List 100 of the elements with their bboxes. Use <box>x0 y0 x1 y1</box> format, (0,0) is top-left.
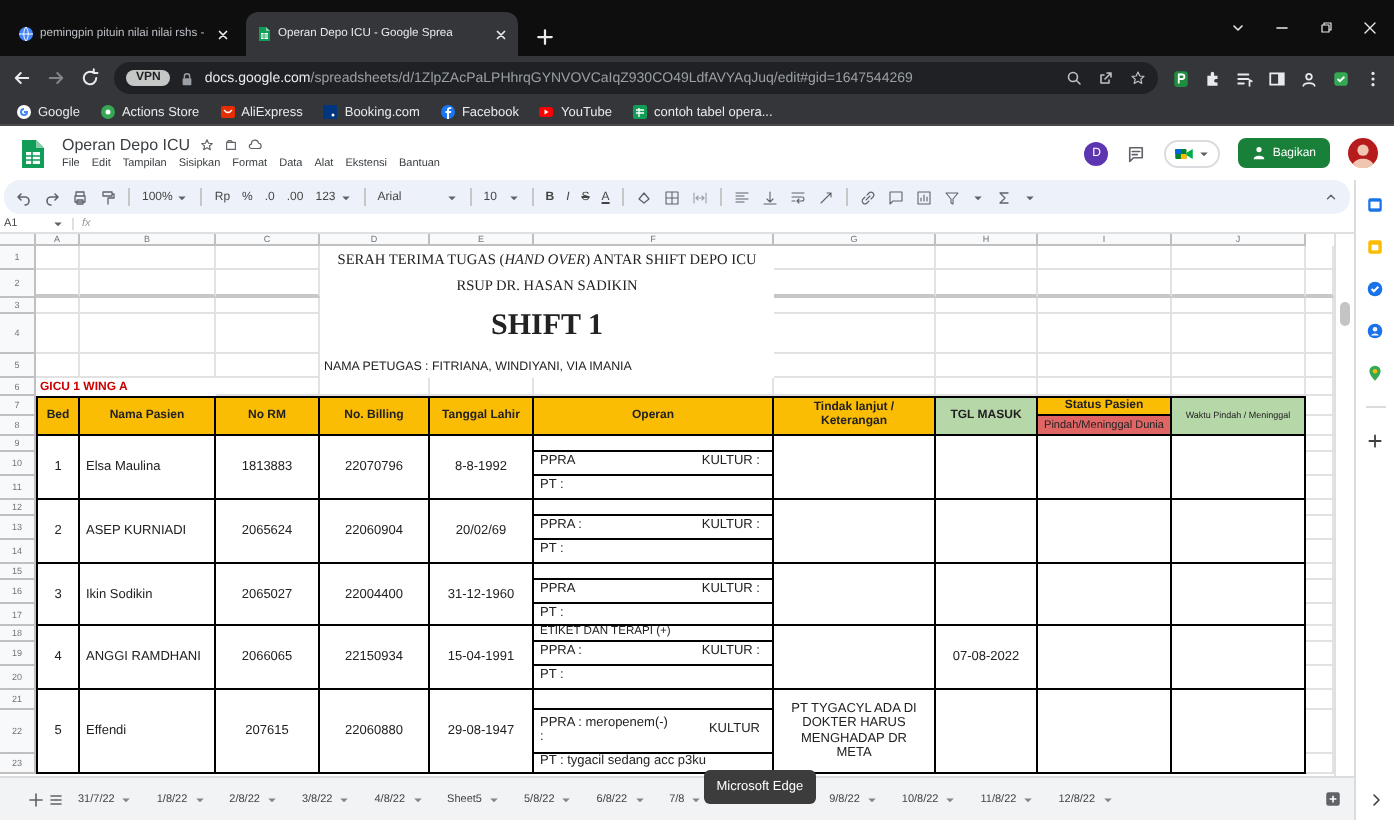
empty-cell[interactable] <box>534 500 774 516</box>
filter-icon[interactable] <box>943 189 960 205</box>
caret-icon[interactable] <box>411 793 424 805</box>
cloud-icon[interactable] <box>248 138 263 152</box>
share-icon[interactable] <box>1098 70 1114 86</box>
caret-icon[interactable] <box>445 191 458 203</box>
profile-icon[interactable] <box>1300 69 1318 87</box>
empty-cell[interactable] <box>1038 626 1172 690</box>
select-all-corner[interactable] <box>0 234 36 246</box>
link-icon[interactable] <box>859 189 876 205</box>
facebook-icon <box>439 104 456 120</box>
scrollbar-thumb[interactable] <box>1340 302 1351 326</box>
wrap-icon[interactable] <box>789 189 806 205</box>
shield-icon[interactable] <box>1332 69 1350 87</box>
empty-cell[interactable] <box>1172 436 1306 500</box>
empty-cell[interactable] <box>1038 436 1172 500</box>
empty-cell[interactable] <box>534 436 774 452</box>
print-icon[interactable] <box>72 189 88 205</box>
empty-cell[interactable] <box>1172 626 1306 690</box>
empty-cell[interactable] <box>1172 690 1306 774</box>
caret-icon[interactable] <box>865 793 878 805</box>
bookmark-icon <box>322 104 339 120</box>
caret-icon[interactable] <box>339 191 352 203</box>
reload-icon[interactable] <box>80 68 100 88</box>
meet-button[interactable] <box>1164 139 1221 167</box>
sheets-icon <box>632 104 649 120</box>
caret-icon[interactable] <box>487 793 500 805</box>
tasks-icon[interactable] <box>1366 280 1384 298</box>
sheet-list-icon[interactable] <box>48 791 64 807</box>
playlist-icon[interactable] <box>1236 69 1254 87</box>
caret-icon[interactable] <box>1023 191 1036 203</box>
empty-cell[interactable] <box>936 564 1038 626</box>
fill-color-icon[interactable] <box>635 189 652 205</box>
contacts-icon[interactable] <box>1366 322 1384 340</box>
borders-icon[interactable] <box>663 189 680 205</box>
empty-cell[interactable] <box>534 690 774 710</box>
caret-icon[interactable] <box>507 191 520 203</box>
paint-format-icon[interactable] <box>100 189 116 205</box>
caret-icon[interactable] <box>633 793 646 805</box>
caret-icon[interactable] <box>944 793 957 805</box>
document-title[interactable]: Operan Depo ICU <box>62 136 191 154</box>
restore-icon[interactable] <box>1318 20 1334 36</box>
video-camera-icon <box>1174 143 1195 163</box>
empty-cell[interactable] <box>1172 500 1306 564</box>
plus-icon[interactable] <box>1366 432 1384 450</box>
empty-cell[interactable] <box>1038 500 1172 564</box>
lock-icon <box>180 71 195 85</box>
side-panel-icon[interactable] <box>1268 69 1286 87</box>
google-icon <box>16 104 32 120</box>
forward-icon[interactable] <box>46 68 66 88</box>
empty-cell[interactable] <box>1038 564 1172 626</box>
explore-icon[interactable] <box>1324 790 1342 808</box>
extension-icon[interactable] <box>1172 69 1190 87</box>
caret-icon[interactable] <box>1198 147 1211 159</box>
function-icon[interactable] <box>995 189 1012 205</box>
caret-icon[interactable] <box>1022 793 1035 805</box>
close-icon[interactable] <box>216 27 230 41</box>
redo-icon[interactable] <box>44 189 60 205</box>
empty-cell[interactable] <box>774 436 936 500</box>
caret-icon[interactable] <box>971 191 984 203</box>
map-pin-icon[interactable] <box>1366 364 1384 382</box>
comment-icon[interactable] <box>887 189 904 205</box>
empty-cell[interactable] <box>774 500 936 564</box>
caret-icon[interactable] <box>690 793 703 805</box>
empty-cell[interactable] <box>1172 564 1306 626</box>
caret-icon[interactable] <box>1101 793 1114 805</box>
caret-icon[interactable] <box>193 793 206 805</box>
zoom-icon[interactable] <box>1066 70 1082 86</box>
caret-icon[interactable] <box>265 793 278 805</box>
sheets-app-icon[interactable] <box>1366 196 1384 214</box>
chevron-right-icon[interactable] <box>1367 792 1383 808</box>
star-icon[interactable] <box>1130 70 1146 86</box>
chevron-down-icon[interactable] <box>1230 20 1246 36</box>
caret-icon[interactable] <box>560 793 573 805</box>
empty-cell[interactable] <box>774 626 936 690</box>
close-icon[interactable] <box>494 27 508 41</box>
globe-icon <box>18 26 34 42</box>
close-icon[interactable] <box>1362 20 1378 36</box>
empty-cell[interactable] <box>936 690 1038 774</box>
merge-icon[interactable] <box>691 189 708 205</box>
empty-cell[interactable] <box>774 564 936 626</box>
chart-icon[interactable] <box>915 189 932 205</box>
caret-icon[interactable] <box>338 793 351 805</box>
empty-cell[interactable] <box>936 500 1038 564</box>
profile-avatar-icon[interactable] <box>1348 138 1378 168</box>
rotate-icon[interactable] <box>817 189 834 205</box>
align-icon[interactable] <box>733 189 750 205</box>
caret-icon[interactable] <box>176 191 189 203</box>
empty-cell[interactable] <box>1038 690 1172 774</box>
comment-icon[interactable] <box>1126 143 1147 163</box>
back-icon[interactable] <box>12 68 32 88</box>
empty-cell[interactable] <box>534 564 774 580</box>
star-icon[interactable] <box>200 138 215 152</box>
valign-icon[interactable] <box>761 189 778 205</box>
caret-icon[interactable] <box>120 793 133 805</box>
puzzle-icon[interactable] <box>1204 69 1222 87</box>
calendar-icon[interactable] <box>1366 238 1384 256</box>
empty-cell[interactable] <box>936 436 1038 500</box>
collapse-icon[interactable] <box>1324 190 1338 204</box>
undo-icon[interactable] <box>16 189 32 205</box>
